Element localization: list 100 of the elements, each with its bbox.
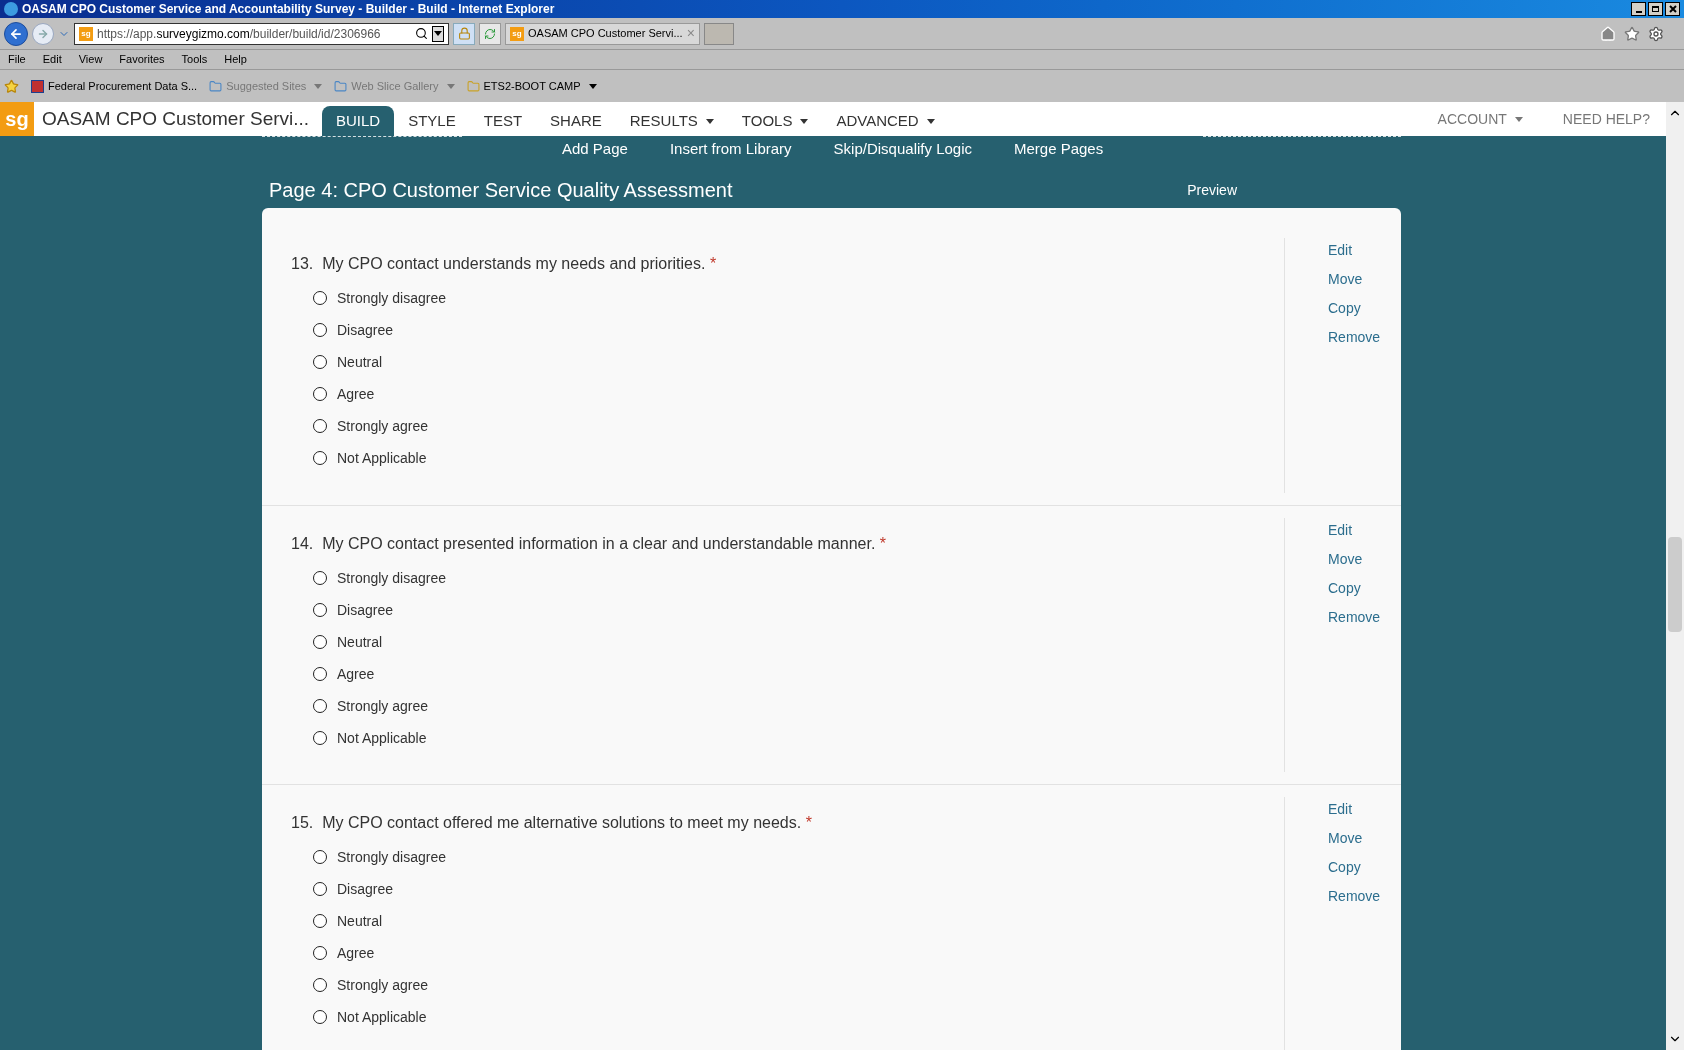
favorites-icon[interactable] xyxy=(1624,25,1640,42)
address-dropdown-button[interactable] xyxy=(432,25,444,42)
radio-button[interactable] xyxy=(313,946,327,960)
favorite-link[interactable]: Federal Procurement Data S... xyxy=(31,77,198,95)
subnav-link[interactable]: Add Page xyxy=(562,137,628,161)
menu-item[interactable]: Favorites xyxy=(119,51,165,68)
menu-item[interactable]: View xyxy=(78,51,103,68)
nav-tab[interactable]: RESULTS xyxy=(615,106,728,136)
scrollbar[interactable] xyxy=(1666,102,1684,1050)
radio-option[interactable]: Disagree xyxy=(313,314,1284,346)
question-action-link[interactable]: Remove xyxy=(1328,886,1401,907)
radio-option[interactable]: Not Applicable xyxy=(313,722,1284,754)
radio-option[interactable]: Neutral xyxy=(313,905,1284,937)
favorites-star-icon[interactable] xyxy=(4,78,19,94)
question-action-link[interactable]: Remove xyxy=(1328,607,1401,628)
browser-logo-icon xyxy=(4,2,18,16)
site-logo-icon: sg xyxy=(79,26,93,41)
question-action-link[interactable]: Edit xyxy=(1328,240,1401,261)
menu-item[interactable]: Edit xyxy=(42,51,62,68)
radio-button[interactable] xyxy=(313,1010,327,1024)
radio-button[interactable] xyxy=(313,914,327,928)
radio-button[interactable] xyxy=(313,291,327,305)
question-text: 14. My CPO contact presented information in a clear and understandable manner. * xyxy=(291,534,888,554)
nav-link[interactable]: NEED HELP? xyxy=(1562,108,1650,130)
radio-button[interactable] xyxy=(313,850,327,864)
question-action-link[interactable]: Move xyxy=(1328,269,1401,290)
question-action-link[interactable]: Edit xyxy=(1328,799,1401,820)
radio-button[interactable] xyxy=(313,451,327,465)
radio-button[interactable] xyxy=(313,699,327,713)
radio-button[interactable] xyxy=(313,635,327,649)
close-button[interactable] xyxy=(1665,2,1680,16)
question-text: 13. My CPO contact understands my needs and priorities. * xyxy=(291,254,718,274)
radio-button[interactable] xyxy=(313,603,327,617)
radio-option[interactable]: Strongly agree xyxy=(313,410,1284,442)
radio-button[interactable] xyxy=(313,387,327,401)
radio-option[interactable]: Disagree xyxy=(313,594,1284,626)
radio-option[interactable]: Strongly disagree xyxy=(313,562,1284,594)
close-icon xyxy=(1668,5,1677,13)
subnav-link[interactable]: Merge Pages xyxy=(1014,137,1104,161)
question-action-link[interactable]: Remove xyxy=(1328,327,1401,348)
scroll-thumb[interactable] xyxy=(1668,537,1682,632)
browser-tab[interactable]: sg OASAM CPO Customer Servi... × xyxy=(505,22,700,45)
nav-tab[interactable]: ADVANCED xyxy=(822,106,949,136)
settings-icon[interactable] xyxy=(1648,25,1664,42)
preview-link[interactable]: Preview xyxy=(1187,179,1237,201)
favorite-link[interactable]: ETS2-BOOT CAMP xyxy=(466,77,597,95)
nav-tab[interactable]: BUILD xyxy=(322,106,395,136)
nav-tab[interactable]: STYLE xyxy=(394,106,470,136)
subnav-link[interactable]: Insert from Library xyxy=(669,137,792,161)
caret-icon xyxy=(446,83,455,89)
question-action-link[interactable]: Move xyxy=(1328,549,1401,570)
radio-option[interactable]: Strongly disagree xyxy=(313,282,1284,314)
radio-option[interactable]: Strongly agree xyxy=(313,969,1284,1001)
minimize-button[interactable] xyxy=(1631,2,1646,16)
radio-option[interactable]: Neutral xyxy=(313,626,1284,658)
nav-tab[interactable]: TOOLS xyxy=(727,106,823,136)
radio-option[interactable]: Not Applicable xyxy=(313,1001,1284,1033)
radio-button[interactable] xyxy=(313,882,327,896)
menu-item[interactable]: Tools xyxy=(181,51,208,68)
radio-option[interactable]: Strongly agree xyxy=(313,690,1284,722)
url-text: https://app.surveygizmo.com/builder/build/id/2306966 xyxy=(97,25,381,43)
nav-link[interactable]: ACCOUNT xyxy=(1437,108,1523,130)
question-action-link[interactable]: Copy xyxy=(1328,298,1401,319)
menu-item[interactable]: Help xyxy=(224,51,247,68)
menu-item[interactable]: File xyxy=(8,51,26,68)
site-logo-icon: sg xyxy=(510,26,524,41)
refresh-icon[interactable] xyxy=(479,22,501,45)
radio-option[interactable]: Not Applicable xyxy=(313,442,1284,474)
folder-icon xyxy=(209,79,223,93)
question-action-link[interactable]: Copy xyxy=(1328,578,1401,599)
restore-button[interactable] xyxy=(1648,2,1663,16)
radio-button[interactable] xyxy=(313,355,327,369)
caret-icon xyxy=(588,83,597,89)
radio-button[interactable] xyxy=(313,323,327,337)
radio-button[interactable] xyxy=(313,571,327,585)
question-action-link[interactable]: Edit xyxy=(1328,520,1401,541)
site-icon xyxy=(31,79,44,93)
radio-option[interactable]: Disagree xyxy=(313,873,1284,905)
arrow-right-icon xyxy=(37,27,49,40)
nav-tab[interactable]: SHARE xyxy=(536,106,616,136)
radio-option[interactable]: Agree xyxy=(313,937,1284,969)
radio-button[interactable] xyxy=(313,419,327,433)
arrow-left-icon xyxy=(9,26,23,41)
subnav-link[interactable]: Skip/Disqualify Logic xyxy=(833,137,972,161)
question-action-link[interactable]: Copy xyxy=(1328,857,1401,878)
radio-option[interactable]: Agree xyxy=(313,378,1284,410)
radio-button[interactable] xyxy=(313,978,327,992)
home-icon[interactable] xyxy=(1600,25,1616,42)
page-title: Page 4: CPO Customer Service Quality Assessment xyxy=(269,178,733,203)
radio-button[interactable] xyxy=(313,731,327,745)
radio-option[interactable]: Neutral xyxy=(313,346,1284,378)
search-icon[interactable] xyxy=(415,27,428,40)
radio-button[interactable] xyxy=(313,667,327,681)
radio-option[interactable]: Strongly disagree xyxy=(313,841,1284,873)
radio-option[interactable]: Agree xyxy=(313,658,1284,690)
question-action-link[interactable]: Move xyxy=(1328,828,1401,849)
survey-title: OASAM CPO Customer Servi... xyxy=(42,106,311,131)
address-field[interactable]: sg https://app.surveygizmo.com/builder/build/id/2306966 xyxy=(74,22,449,45)
nav-tab[interactable]: TEST xyxy=(469,106,537,136)
back-button[interactable] xyxy=(4,21,28,46)
